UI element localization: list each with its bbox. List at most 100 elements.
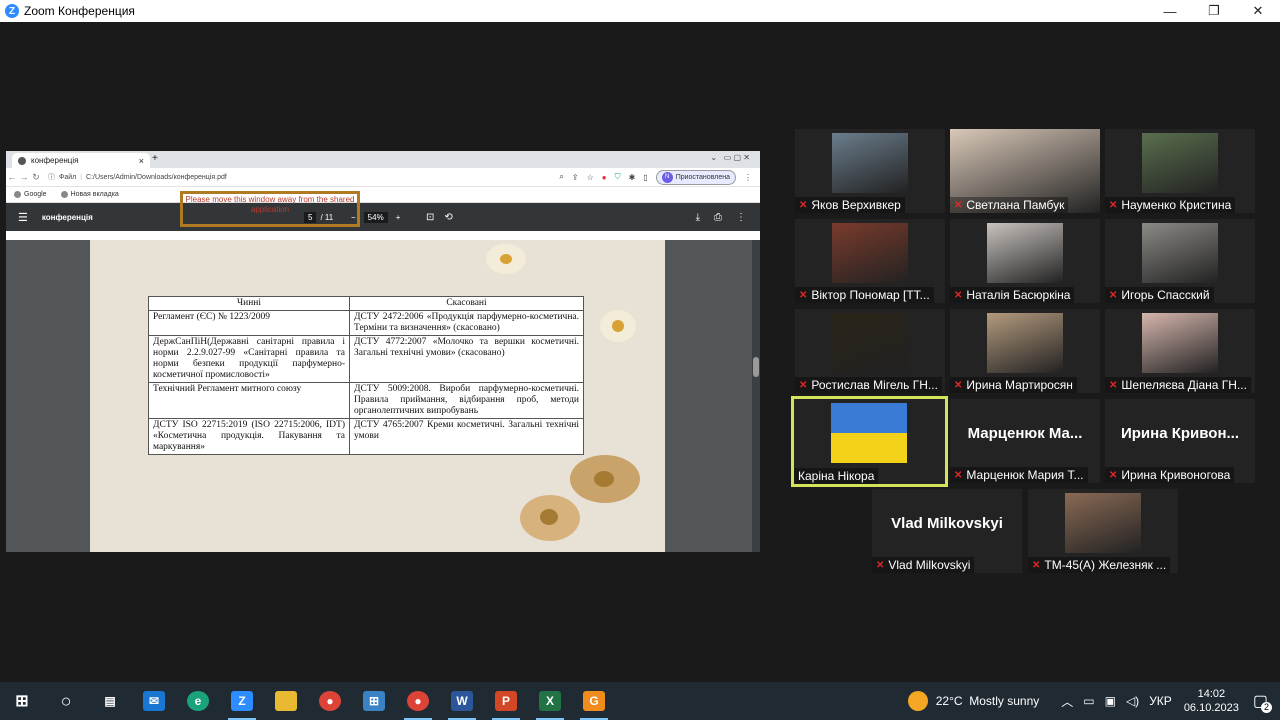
hamburger-menu-icon[interactable]: ☰ — [18, 211, 28, 224]
weather-sun-icon[interactable] — [907, 691, 928, 711]
decorative-flower — [486, 244, 526, 274]
taskbar-zoom[interactable]: Z — [220, 682, 264, 720]
address-bar[interactable]: ← → ↻ ⓘ Файл | C:/Users/Admin/Downloads/… — [6, 168, 760, 187]
weather-text[interactable]: 22°C Mostly sunny — [936, 694, 1040, 708]
participant-name: Каріна Нікора — [798, 469, 875, 483]
close-button[interactable]: ✕ — [1236, 0, 1280, 22]
forward-icon[interactable]: → — [18, 172, 30, 182]
search-button[interactable]: ○ — [44, 682, 88, 720]
windows-logo-icon: ⊞ — [15, 693, 29, 710]
participant-video — [831, 403, 907, 463]
tray-chevron-icon[interactable]: ︿ — [1061, 693, 1073, 710]
participant-tile[interactable]: ✕ Ростислав Мігель ГН... — [795, 309, 945, 393]
participant-tile[interactable]: Каріна Нікора — [791, 396, 948, 487]
start-button[interactable]: ⊞ — [0, 682, 44, 720]
participant-video — [1065, 493, 1141, 553]
shared-screen[interactable]: конференція × + ⌄ ▭ ▢ ✕ ← → ↻ ⓘ Файл | C… — [6, 151, 760, 552]
notification-count: 2 — [1261, 702, 1272, 713]
profile-status: Приостановлена — [675, 173, 730, 181]
printer-icon[interactable]: ▣ — [1105, 694, 1116, 708]
url-text[interactable]: C:/Users/Admin/Downloads/конференція.pdf — [86, 174, 227, 181]
network-icon[interactable]: ▭ — [1083, 694, 1094, 708]
participant-tile[interactable]: ✕ Игорь Спасский — [1105, 219, 1255, 303]
taskbar-excel[interactable]: X — [528, 682, 572, 720]
task-view-button[interactable]: ▤ — [88, 682, 132, 720]
sidebar-icon[interactable]: ▯ — [643, 173, 647, 182]
taskbar-word[interactable]: W — [440, 682, 484, 720]
participant-name: Vlad Milkovskyi — [888, 558, 971, 572]
task-view-icon: ▤ — [104, 694, 116, 708]
participant-name: Науменко Кристина — [1121, 198, 1232, 212]
browser-window-controls[interactable]: ⌄ ▭ ▢ ✕ — [710, 153, 750, 162]
participant-tile[interactable]: ✕ Наталія Басюркіна — [950, 219, 1100, 303]
taskbar-chrome-profile[interactable]: ● — [396, 682, 440, 720]
taskbar-pdf[interactable]: G — [572, 682, 616, 720]
table-cell: ДСТУ ISO 22715:2019 (ISO 22715:2006, IDT… — [148, 418, 350, 455]
participant-name: Шепеляєва Діана ГН... — [1121, 378, 1247, 392]
participant-tile[interactable]: ✕ Науменко Кристина — [1105, 129, 1255, 213]
zoom-level[interactable]: 54% — [363, 211, 388, 223]
participant-name: Наталія Басюркіна — [966, 288, 1071, 302]
browser-menu-icon[interactable]: ⋮ — [744, 173, 752, 182]
table-cell: ДСТУ 5009:2008. Вироби парфумерно-космет… — [349, 382, 584, 419]
table-cell: ДержСанПіН(Державні санітарні правила і … — [148, 335, 350, 383]
clock[interactable]: 14:02 06.10.2023 — [1184, 687, 1239, 715]
participant-tile[interactable]: Vlad Milkovskyi ✕ Vlad Milkovskyi — [872, 489, 1022, 573]
taskbar-edge[interactable]: e — [176, 682, 220, 720]
participant-tile[interactable]: ✕ ТМ-45(А) Железняк ... — [1028, 489, 1178, 573]
taskbar-store[interactable]: ⊞ — [352, 682, 396, 720]
taskbar-explorer[interactable] — [264, 682, 308, 720]
pdf-viewport[interactable]: Чинні Скасовані Регламент (ЄС) № 1223/20… — [6, 240, 760, 552]
volume-icon[interactable]: ◁) — [1126, 694, 1139, 708]
print-icon[interactable]: ⎙ — [714, 212, 722, 223]
participant-name-label: ✕ Игорь Спасский — [1105, 287, 1214, 303]
zoom-lens-icon[interactable]: ⌕ — [559, 172, 563, 182]
participant-tile[interactable]: ✕ Ирина Мартиросян — [950, 309, 1100, 393]
new-tab-button[interactable]: + — [152, 153, 158, 164]
participant-name: ТМ-45(А) Железняк ... — [1044, 558, 1167, 572]
bookmark-new-tab[interactable]: Новая вкладка — [60, 191, 119, 198]
participant-tile[interactable]: ✕ Шепеляєва Діана ГН... — [1105, 309, 1255, 393]
word-icon: W — [451, 691, 473, 711]
maximize-button[interactable]: ❐ — [1192, 0, 1236, 22]
bookmark-google[interactable]: Google — [14, 191, 47, 198]
tab-close-icon[interactable]: × — [139, 156, 144, 166]
table-cell: ДСТУ 4772:2007 «Молочко та вершки космет… — [349, 335, 584, 383]
participant-video — [1142, 313, 1218, 373]
participant-name-label: ✕ Vlad Milkovskyi — [872, 557, 975, 573]
shield-icon[interactable]: ⛉ — [615, 172, 621, 182]
taskbar-chrome[interactable]: ● — [308, 682, 352, 720]
info-icon[interactable]: ⓘ — [48, 172, 55, 182]
notifications-button[interactable]: ▢ 2 — [1253, 691, 1272, 713]
url-prefix: Файл — [59, 173, 77, 181]
participant-tile[interactable]: ✕ Светлана Памбук — [950, 129, 1100, 213]
back-icon[interactable]: ← — [6, 172, 18, 182]
zoom-in-button[interactable]: + — [396, 213, 401, 222]
participant-tile[interactable]: Ирина Кривон... ✕ Ирина Кривоногова — [1105, 399, 1255, 483]
profile-chip[interactable]: N Приостановлена — [655, 169, 736, 185]
participant-tile[interactable]: ✕ Віктор Пономар [ТТ... — [795, 219, 945, 303]
browser-tab[interactable]: конференція × — [12, 153, 150, 168]
pdf-scrollbar[interactable] — [752, 240, 760, 552]
more-icon[interactable]: ⋮ — [736, 212, 746, 223]
extension-icon[interactable]: ● — [602, 173, 607, 182]
scroll-thumb[interactable] — [753, 357, 759, 377]
rotate-icon[interactable]: ⟲ — [444, 212, 452, 223]
fit-page-icon[interactable]: ⊡ — [426, 212, 434, 223]
participant-tile[interactable]: ✕ Яков Верхивкер — [795, 129, 945, 213]
participant-name: Игорь Спасский — [1121, 288, 1210, 302]
participant-tile[interactable]: Марценюк Ма... ✕ Марценюк Мария Т... — [950, 399, 1100, 483]
bookmark-star-icon[interactable]: ☆ — [587, 173, 594, 182]
share-icon[interactable]: ⇪ — [572, 173, 579, 182]
taskbar-mail[interactable]: ✉ — [132, 682, 176, 720]
regulations-table: Чинні Скасовані Регламент (ЄС) № 1223/20… — [148, 296, 584, 455]
puzzle-icon[interactable]: ✱ — [629, 173, 636, 182]
participant-display-name: Vlad Milkovskyi — [891, 515, 1003, 532]
muted-mic-icon: ✕ — [876, 559, 885, 571]
download-icon[interactable]: ⤓ — [696, 212, 700, 223]
minimize-button[interactable]: — — [1148, 0, 1192, 22]
language-indicator[interactable]: УКР — [1149, 694, 1172, 708]
bookmarks-bar: Google Новая вкладка — [6, 187, 760, 203]
reload-icon[interactable]: ↻ — [30, 172, 42, 183]
taskbar-powerpoint[interactable]: P — [484, 682, 528, 720]
